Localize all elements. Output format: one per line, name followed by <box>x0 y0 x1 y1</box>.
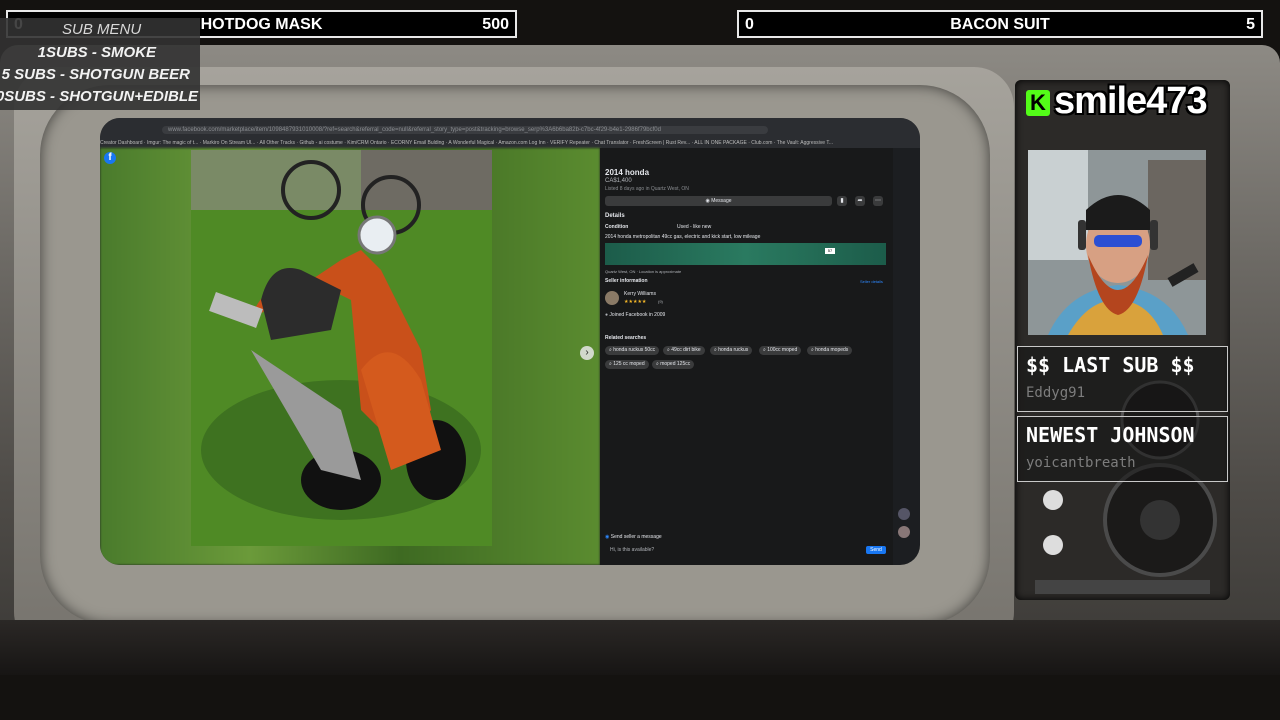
related-search-chip[interactable]: ⌕ moped 125cc <box>652 360 695 369</box>
seller-name[interactable]: Kerry Williams <box>624 291 656 297</box>
next-photo-button[interactable]: › <box>580 346 594 360</box>
joined-text: Joined Facebook in 2009 <box>609 312 666 318</box>
bookmark-item[interactable]: Imgur: The magic of t... <box>147 140 198 146</box>
channel-logo: K smile473 <box>1018 80 1230 122</box>
bookmark-item[interactable]: Markiro On Stream Ul... <box>203 140 256 146</box>
more-options-icon[interactable]: ⋯ <box>873 196 883 206</box>
seller-heading: Seller information <box>605 278 648 284</box>
sub-menu: SUB MENU 1SUBS - SMOKE 5 SUBS - SHOTGUN … <box>0 18 200 110</box>
bookmark-item[interactable]: FreshScreen | Rust Rev... <box>633 140 690 146</box>
last-sub-heading: $$ LAST SUB $$ <box>1026 353 1195 377</box>
send-button[interactable]: Send <box>866 546 886 554</box>
last-sub-box: $$ LAST SUB $$ Eddyg91 <box>1017 346 1228 412</box>
bookmark-item[interactable]: The Vault: Aggressive T... <box>777 140 833 146</box>
message-input[interactable]: Hi, is this available? <box>610 547 654 553</box>
tv-base <box>0 620 1280 675</box>
webcam-feed <box>1028 150 1206 335</box>
listing-detail-panel: 2014 honda CA$1,400 Listed 8 days ago in… <box>600 148 893 565</box>
goal-target: 500 <box>482 16 509 33</box>
listing-description: 2014 honda metropolitan 49cc gas, electr… <box>605 234 761 240</box>
related-search-chip[interactable]: ⌕ 49cc dirt bike <box>663 346 705 355</box>
related-search-chip[interactable]: ⌕ honda ruckus <box>710 346 753 355</box>
sub-menu-item: 10SUBS - SHOTGUN+EDIBLE <box>0 88 198 105</box>
listing-location: Quartz West, ON · Location is approximat… <box>605 269 682 274</box>
details-heading: Details <box>605 213 625 219</box>
chat-bubble-avatar[interactable] <box>898 526 910 538</box>
send-seller-message-option[interactable]: ◉ Send seller a message <box>605 534 662 540</box>
newest-johnson-heading: NEWEST JOHNSON <box>1026 423 1195 447</box>
last-sub-name: Eddyg91 <box>1026 385 1086 401</box>
related-search-chip[interactable]: ⌕ 100cc moped <box>759 346 802 355</box>
bookmark-item[interactable]: A Wonderful Magical <box>448 140 494 146</box>
listing-date: Listed 8 days ago in Quartz West, ON <box>605 186 689 192</box>
bookmark-item[interactable]: All Other Tracks <box>259 140 295 146</box>
checkbox-icon[interactable]: ◉ <box>605 534 609 540</box>
bookmarks-bar: Creator Dashboard · Imgur: The magic of … <box>100 140 833 146</box>
address-bar[interactable]: www.facebook.com/marketplace/item/109848… <box>162 126 768 134</box>
newest-johnson-box: NEWEST JOHNSON yoicantbreath <box>1017 416 1228 482</box>
goal-title: BACON SUIT <box>950 16 1050 33</box>
condition-label: Condition <box>605 224 629 230</box>
facebook-icon[interactable]: f <box>104 152 116 164</box>
sub-menu-item: 1SUBS - SMOKE <box>37 44 156 61</box>
bookmark-item[interactable]: Amazon.com Log Inn <box>498 140 545 146</box>
map-badge: 57 <box>825 248 835 254</box>
goal-bar-bacon-suit: 0 BACON SUIT 5 <box>737 10 1263 38</box>
seller-avatar[interactable] <box>605 291 619 305</box>
location-map[interactable]: 57 <box>605 243 886 265</box>
listing-price: CA$1,400 <box>605 178 632 184</box>
kick-icon: K <box>1026 90 1050 116</box>
seller-rating-count: (9) <box>658 299 663 304</box>
bookmark-item[interactable]: Kim/CRM Ontario <box>347 140 386 146</box>
save-icon[interactable]: ▮ <box>837 196 847 206</box>
bookmark-item[interactable]: ECORNY Email Bulding <box>391 140 444 146</box>
seller-details-link[interactable]: Seller details <box>860 279 883 284</box>
browser-toolbar: www.facebook.com/marketplace/item/109848… <box>100 118 920 148</box>
message-icon: ◉ <box>705 198 710 204</box>
chat-bubble-avatar[interactable] <box>898 508 910 520</box>
related-search-chip[interactable]: ⌕ honda ruckus 50cc <box>605 346 660 355</box>
bookmark-item[interactable]: Club.com <box>751 140 772 146</box>
seller-stars-icon: ★★★★★ <box>624 299 647 305</box>
related-search-chip[interactable]: ⌕ honda mopeds <box>807 346 853 355</box>
share-icon[interactable]: ➦ <box>855 196 865 206</box>
browser-screen: www.facebook.com/marketplace/item/109848… <box>100 118 920 565</box>
message-button[interactable]: ◉ Message <box>605 196 832 206</box>
bookmark-item[interactable]: ALL IN ONE PACKAGE <box>694 140 747 146</box>
goal-target: 5 <box>1246 16 1255 33</box>
send-seller-label: Send seller a message <box>610 534 662 540</box>
sub-menu-item: 5 SUBS - SHOTGUN BEER <box>1 66 190 83</box>
bookmark-item[interactable]: VERIFY Repeater <box>550 140 590 146</box>
facebook-small-icon: ● <box>605 312 609 318</box>
sub-menu-title: SUB MENU <box>62 21 142 38</box>
related-search-chip[interactable]: ⌕ 125 cc moped <box>605 360 649 369</box>
related-heading: Related searches <box>605 335 647 341</box>
listing-title: 2014 honda <box>605 168 650 177</box>
newest-johnson-name: yoicantbreath <box>1026 455 1136 471</box>
bookmark-item[interactable]: Chat Translator <box>594 140 628 146</box>
listing-photo[interactable] <box>191 150 492 546</box>
bookmark-item[interactable]: Creator Dashboard <box>100 140 143 146</box>
condition-value: Used - like new <box>677 224 712 230</box>
joined-facebook: ● Joined Facebook in 2009 <box>605 312 665 318</box>
bookmark-item[interactable]: Github - ai costume <box>299 140 342 146</box>
channel-name: smile473 <box>1054 80 1208 122</box>
message-button-label: Message <box>711 198 732 204</box>
